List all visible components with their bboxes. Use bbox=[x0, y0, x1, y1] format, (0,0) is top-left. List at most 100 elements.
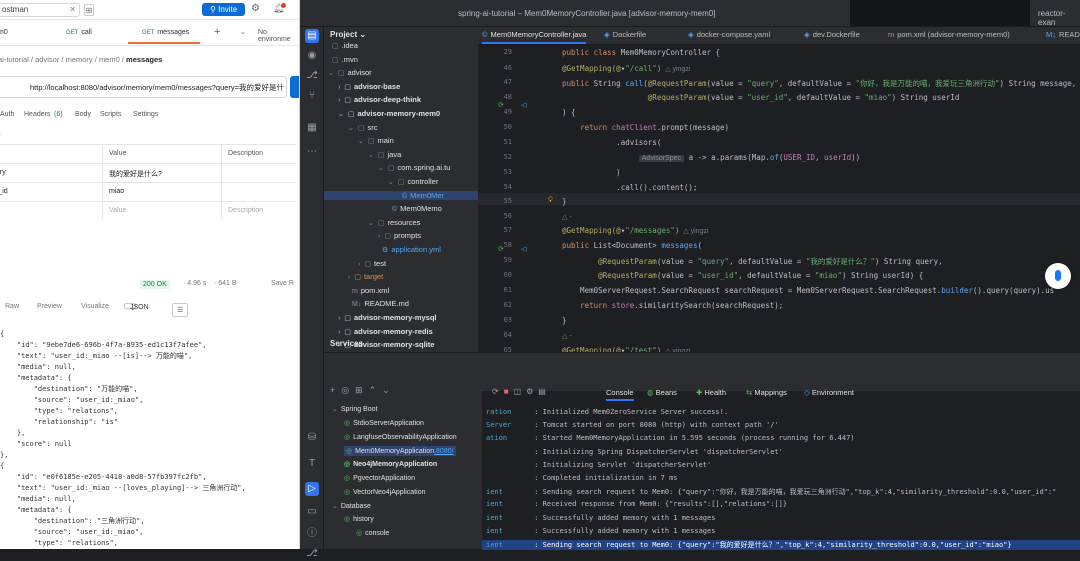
chevron-icon[interactable]: › bbox=[338, 84, 340, 91]
chevron-icon[interactable]: ⌄ bbox=[388, 179, 394, 186]
tree-node[interactable]: M↓ README.md bbox=[348, 299, 409, 308]
terminal-icon[interactable]: ▭ bbox=[305, 505, 319, 519]
chevron-icon[interactable]: ⌄ bbox=[358, 138, 364, 145]
editor-tab-pom[interactable]: m pom.xml (advisor-memory-mem0) bbox=[888, 30, 1010, 39]
tree-node[interactable]: ▢ .idea bbox=[328, 41, 358, 50]
expand-icon[interactable]: ⌃ bbox=[369, 385, 383, 395]
tree-node[interactable]: ⌄ ▢ resources bbox=[368, 218, 420, 227]
log-source[interactable]: ient bbox=[486, 527, 530, 535]
tab-visualize[interactable]: Visualize bbox=[81, 303, 109, 310]
service-item[interactable]: ◎ console bbox=[356, 529, 389, 537]
chevron-icon[interactable]: ⌄ bbox=[338, 111, 344, 118]
project-label[interactable]: Project ⌄ bbox=[330, 30, 366, 39]
git-branch-icon[interactable]: ⎇ bbox=[305, 547, 319, 561]
terminal-t-icon[interactable]: T bbox=[305, 457, 319, 471]
response-body[interactable]: { "id": "9ebe7de6-696b-4f7a-8935-ed1c13f… bbox=[0, 329, 246, 549]
problems-icon[interactable]: ⓘ bbox=[305, 527, 319, 541]
rerun-icon[interactable]: ⟳ bbox=[492, 387, 504, 396]
chevron-icon[interactable]: ⌄ bbox=[368, 220, 374, 227]
tree-node[interactable]: © Mem0Memo bbox=[388, 204, 442, 213]
log-source[interactable]: ation bbox=[486, 434, 530, 442]
format-select[interactable]: JSON ⌄ bbox=[124, 303, 149, 312]
log-source[interactable]: Server bbox=[486, 421, 530, 429]
tab-headers[interactable]: Headers bbox=[24, 111, 50, 118]
tree-node[interactable]: ⌄ ▢ advisor bbox=[328, 68, 372, 77]
editor-tab-dev-dockerfile[interactable]: ◈ dev.Dockerfile bbox=[804, 30, 860, 39]
save-response-button[interactable]: Save R bbox=[271, 280, 294, 287]
service-item[interactable]: ◎ Mem0MemoryApplication:8080/ bbox=[344, 446, 456, 457]
param-value[interactable]: 我的爱好是什么? bbox=[109, 169, 162, 179]
log-source[interactable]: ient bbox=[486, 541, 530, 549]
editor-tab-dockerfile[interactable]: ◈ Dockerfile bbox=[604, 30, 646, 39]
service-item[interactable]: ◎ LangfuseObservabilityApplication bbox=[344, 433, 457, 441]
log-source[interactable]: ration bbox=[486, 408, 530, 416]
editor-tab-compose[interactable]: ◈ docker-compose.yaml bbox=[688, 30, 770, 39]
add-icon[interactable]: + bbox=[330, 385, 341, 395]
new-button[interactable]: ⊞ bbox=[84, 3, 94, 16]
tree-node[interactable]: › ▢ prompts bbox=[378, 231, 421, 240]
tree-node[interactable]: › ▢ advisor-base bbox=[338, 82, 400, 91]
more-icon[interactable]: ⋯ bbox=[305, 145, 319, 159]
run-gutter-icon[interactable]: ⟳ bbox=[498, 245, 504, 253]
request-tab-m0[interactable]: m0 bbox=[0, 29, 8, 36]
tab-scripts[interactable]: Scripts bbox=[100, 111, 121, 118]
tab-preview[interactable]: Preview bbox=[37, 303, 62, 310]
wrap-lines-icon[interactable]: ☰ bbox=[172, 303, 189, 317]
service-port-link[interactable]: :8080/ bbox=[434, 448, 453, 455]
workspace-search-input[interactable]: ostman ✕ bbox=[0, 2, 80, 17]
tree-node[interactable]: ▢ .mvn bbox=[328, 55, 358, 64]
chevron-icon[interactable]: ⌄ bbox=[368, 152, 374, 159]
gear-icon[interactable]: ⚙ bbox=[251, 3, 260, 14]
param-desc-placeholder[interactable]: Description bbox=[228, 207, 263, 214]
tab-settings[interactable]: Settings bbox=[133, 111, 158, 118]
tab-environment[interactable]: ◇ Environment bbox=[804, 388, 854, 397]
settings-icon[interactable]: ⚙ bbox=[526, 387, 538, 396]
lightbulb-icon[interactable]: 💡︎ bbox=[548, 197, 553, 205]
service-item[interactable]: ◎ PgvectorApplication bbox=[344, 474, 415, 482]
tree-node[interactable]: ⌄ ▢ controller bbox=[388, 177, 438, 186]
service-item[interactable]: ◎ StdioServerApplication bbox=[344, 419, 424, 427]
pull-request-icon[interactable]: ⑂ bbox=[305, 89, 319, 103]
status-badge[interactable]: 200 OK bbox=[140, 280, 170, 289]
folder-icon[interactable]: ▤ bbox=[305, 29, 319, 43]
breadcrumb-item[interactable]: mem0 bbox=[99, 55, 120, 64]
service-item[interactable]: ⌄ Database bbox=[332, 502, 371, 510]
endpoint-icon[interactable]: ◁ bbox=[521, 101, 526, 109]
log-source[interactable]: ient bbox=[486, 488, 530, 496]
commit-icon[interactable]: ◉ bbox=[305, 49, 319, 63]
tree-node[interactable]: › ▢ test bbox=[358, 259, 386, 268]
environment-select[interactable]: No environme bbox=[258, 29, 299, 43]
breadcrumb-item[interactable]: ai-tutorial bbox=[0, 55, 29, 64]
request-tab-messages[interactable]: GET messages bbox=[128, 29, 200, 44]
collapse-icon[interactable]: ⌄ bbox=[382, 385, 396, 395]
editor-tab-readme[interactable]: M↓README bbox=[1046, 30, 1080, 39]
param-value-placeholder[interactable]: Value bbox=[109, 207, 126, 214]
camera-icon[interactable]: ◫ bbox=[514, 387, 527, 396]
tree-node[interactable]: ⌄ ▢ advisor-memory-mem0 bbox=[338, 109, 440, 118]
editor-tab-controller[interactable]: © Mem0MemoryController.java bbox=[482, 30, 587, 44]
param-key[interactable]: r_id bbox=[0, 188, 8, 195]
tree-node[interactable]: ⌄ ▢ com.spring.ai.tu bbox=[378, 163, 450, 172]
tree-node[interactable]: › ▢ advisor-deep-think bbox=[338, 95, 421, 104]
table-row[interactable]: r_id miao bbox=[0, 182, 296, 201]
param-value[interactable]: miao bbox=[109, 188, 124, 195]
request-tab-call[interactable]: GET call bbox=[66, 29, 92, 36]
chevron-icon[interactable]: ⌄ bbox=[378, 165, 384, 172]
database-icon[interactable]: ⛁ bbox=[305, 431, 319, 445]
breadcrumb-item[interactable]: memory bbox=[66, 55, 93, 64]
tab-body[interactable]: Body bbox=[75, 111, 91, 118]
response-time[interactable]: · 4.96 s bbox=[183, 280, 206, 287]
chevron-down-icon[interactable]: ⌄ bbox=[240, 28, 246, 36]
chevron-icon[interactable]: › bbox=[358, 261, 360, 268]
close-icon[interactable]: ✕ bbox=[69, 5, 76, 14]
eye-icon[interactable]: ◎ bbox=[341, 385, 355, 395]
tab-raw[interactable]: Raw bbox=[5, 303, 19, 310]
service-item[interactable]: ◎ VectorNeo4jApplication bbox=[344, 488, 426, 496]
git-icon[interactable]: ⎇ bbox=[305, 69, 319, 83]
plus-icon[interactable]: + bbox=[214, 26, 220, 38]
breadcrumb-item[interactable]: advisor bbox=[35, 55, 59, 64]
group-icon[interactable]: ⊞ bbox=[355, 385, 369, 395]
tab-beans[interactable]: ◍ Beans bbox=[647, 388, 677, 397]
endpoint-icon[interactable]: ◁ bbox=[521, 245, 526, 253]
service-item[interactable]: ◎ history bbox=[344, 515, 374, 523]
